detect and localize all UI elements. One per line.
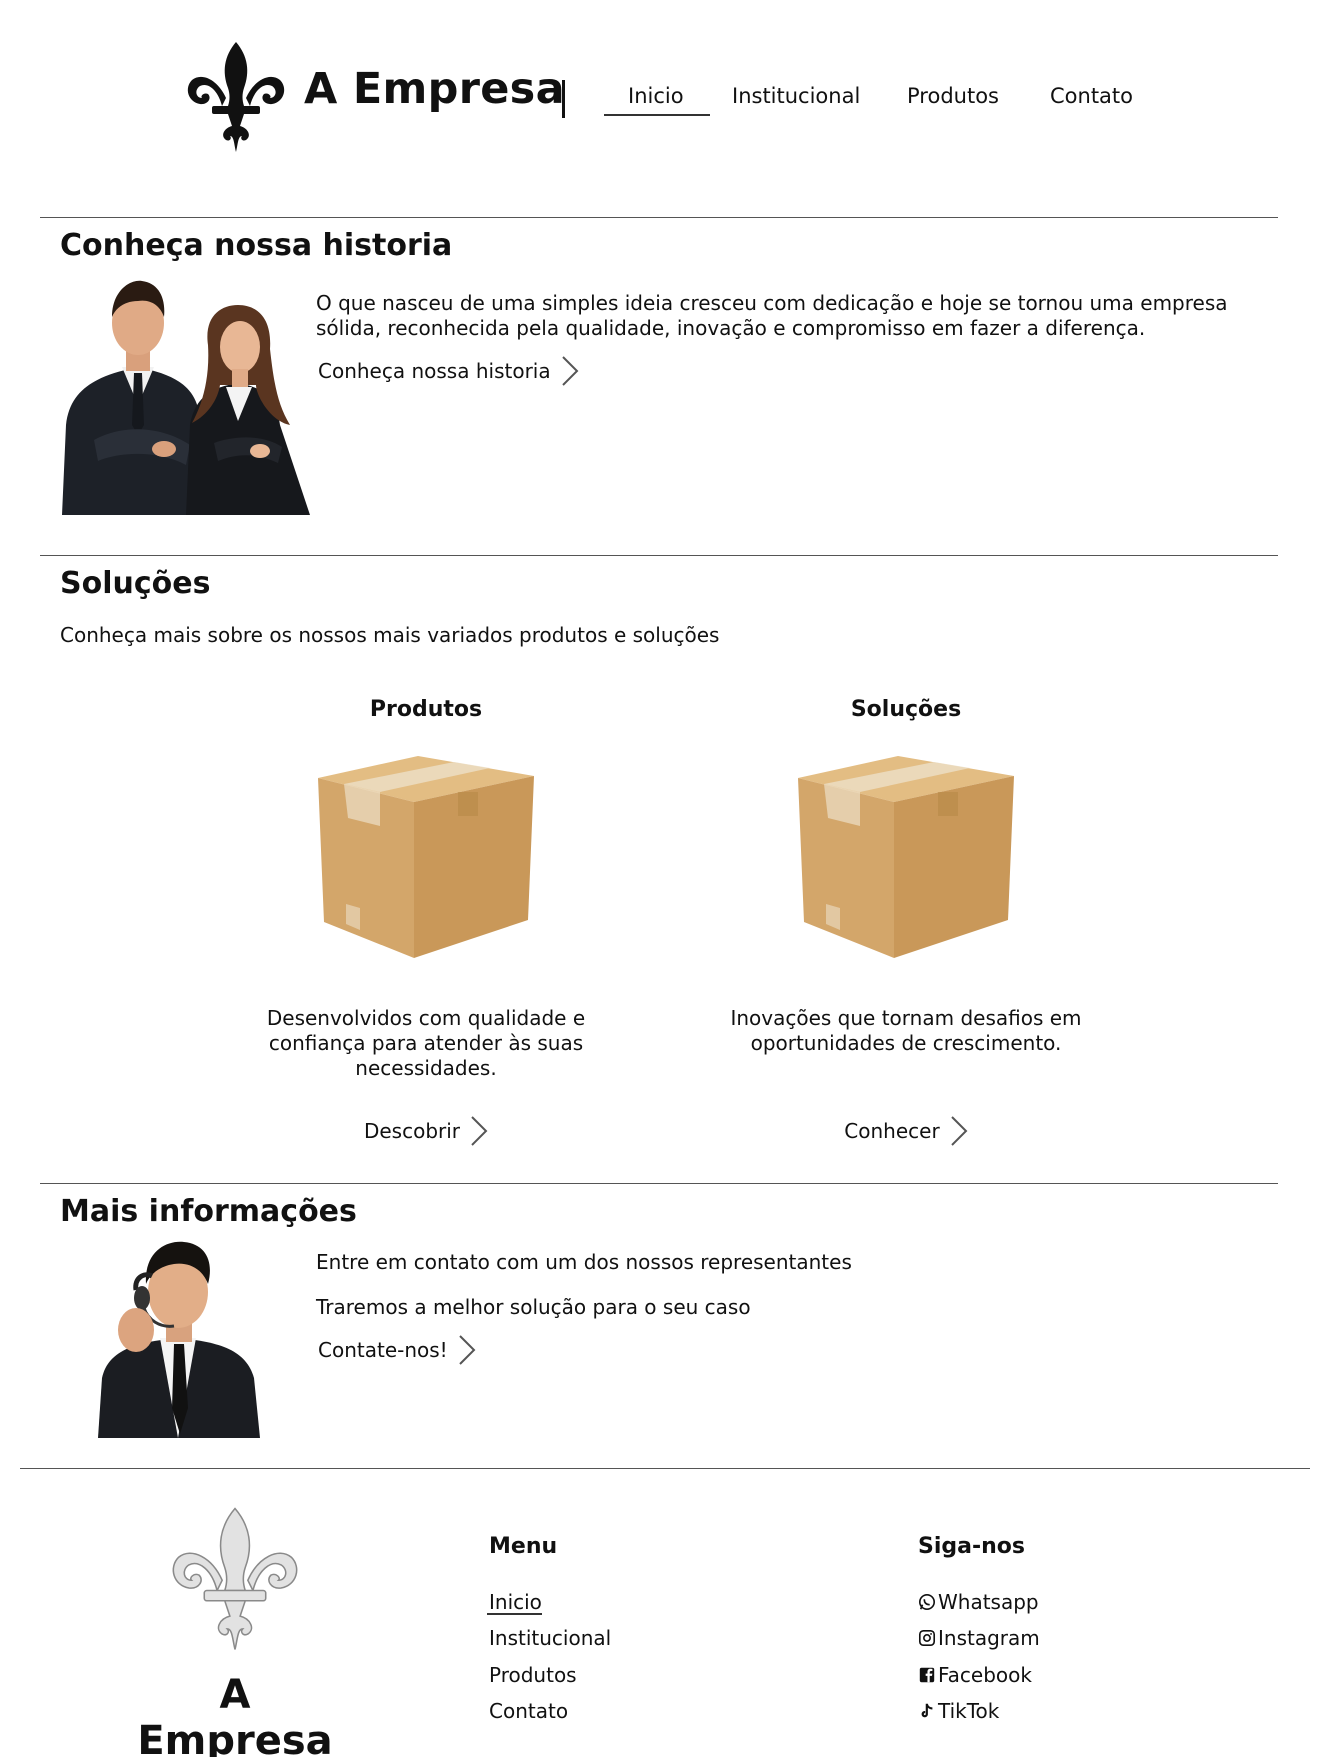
fleur-de-lis-footer-logo-icon [172, 1507, 298, 1650]
social-label-facebook: Facebook [938, 1663, 1032, 1687]
footer-divider [20, 1468, 1310, 1469]
footer-active-underline [487, 1613, 542, 1615]
info-line-1: Entre em contato com um dos nossos repre… [316, 1250, 852, 1274]
facebook-icon [919, 1667, 935, 1683]
product-card-title: Produtos [369, 697, 483, 722]
business-team-photo [62, 280, 310, 515]
footer-menu-item-inicio[interactable]: Inicio [489, 1590, 542, 1614]
social-link-facebook[interactable]: Facebook [918, 1663, 1032, 1687]
social-link-whatsapp[interactable]: Whatsapp [918, 1590, 1039, 1614]
history-title: Conheça nossa historia [60, 228, 453, 263]
header-divider [562, 80, 565, 118]
social-label-instagram: Instagram [938, 1626, 1040, 1650]
solutions-subtitle: Conheça mais sobre os nossos mais variad… [60, 623, 720, 647]
social-link-instagram[interactable]: Instagram [918, 1626, 1040, 1650]
contact-us-link[interactable]: Contate-nos! [318, 1334, 476, 1366]
nav-item-institucional[interactable]: Institucional [732, 84, 860, 108]
fleur-de-lis-logo-icon[interactable] [184, 40, 288, 154]
nav-item-produtos[interactable]: Produtos [907, 84, 999, 108]
know-link-label: Conhecer [844, 1119, 940, 1143]
footer-brand-name[interactable]: A Empresa [120, 1672, 350, 1757]
info-title: Mais informações [60, 1194, 357, 1229]
nav-item-contato[interactable]: Contato [1050, 84, 1133, 108]
info-line-2: Traremos a melhor solução para o seu cas… [316, 1295, 751, 1319]
chevron-right-icon [561, 356, 579, 386]
instagram-icon [918, 1629, 936, 1647]
footer-menu-item-contato[interactable]: Contato [489, 1699, 568, 1723]
brand-name[interactable]: A Empresa [304, 64, 565, 114]
solutions-title: Soluções [60, 566, 211, 601]
footer-menu-item-produtos[interactable]: Produtos [489, 1663, 577, 1687]
call-center-agent-photo [98, 1241, 260, 1438]
discover-link-label: Descobrir [363, 1119, 461, 1143]
chevron-right-icon [458, 1335, 476, 1365]
cardboard-box-image [798, 756, 1014, 958]
chevron-right-icon [471, 1116, 488, 1146]
history-link-label: Conheça nossa historia [318, 359, 551, 383]
solution-card-text: Inovações que tornam desafios em oportun… [730, 1006, 1082, 1055]
product-card-text: Desenvolvidos com qualidade e confiança … [266, 1006, 586, 1080]
section-divider [40, 1183, 1278, 1184]
know-link[interactable]: Conhecer [726, 1115, 1086, 1147]
nav-item-inicio[interactable]: Inicio [628, 84, 684, 108]
social-link-tiktok[interactable]: TikTok [918, 1699, 999, 1723]
chevron-right-icon [950, 1116, 968, 1146]
social-label-tiktok: TikTok [938, 1699, 1000, 1723]
footer-menu-title: Menu [489, 1534, 558, 1559]
tiktok-icon [921, 1703, 933, 1718]
footer-menu-item-institucional[interactable]: Institucional [489, 1626, 611, 1650]
footer-social-title: Siga-nos [918, 1534, 1025, 1559]
cardboard-box-image [318, 756, 534, 958]
section-divider [40, 555, 1278, 556]
nav-active-underline [604, 114, 710, 116]
history-text: O que nasceu de uma simples ideia cresce… [316, 291, 1228, 340]
whatsapp-icon [918, 1593, 936, 1611]
contact-us-link-label: Contate-nos! [318, 1338, 448, 1362]
discover-link[interactable]: Descobrir [246, 1115, 606, 1147]
social-label-whatsapp: Whatsapp [938, 1590, 1039, 1614]
section-divider [40, 217, 1278, 218]
history-link[interactable]: Conheça nossa historia [318, 355, 579, 387]
solution-card-title: Soluções [850, 697, 962, 722]
site-header: A Empresa Inicio Institucional Produtos … [0, 0, 1318, 200]
